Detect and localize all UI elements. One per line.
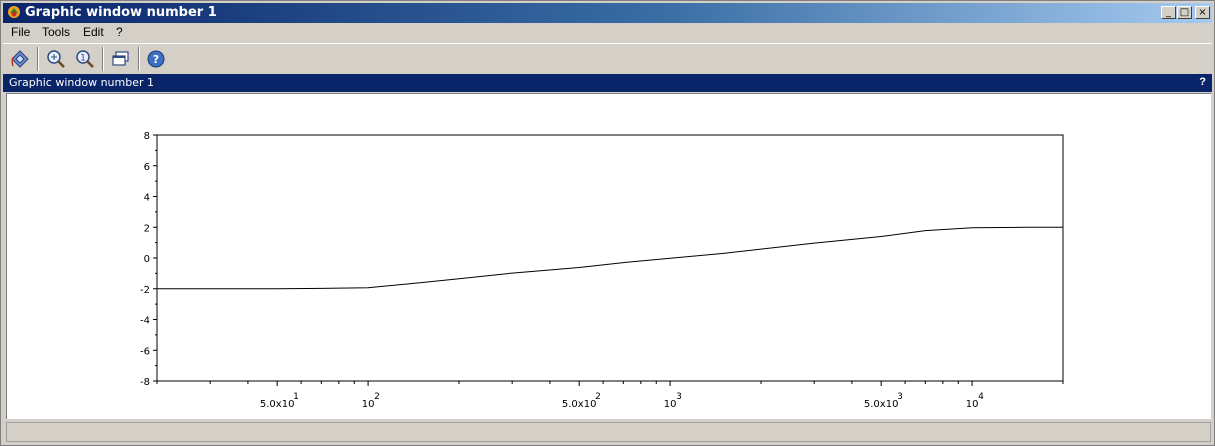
window-title: Graphic window number 1 (25, 5, 217, 20)
menu-edit[interactable]: Edit (83, 25, 104, 39)
scilab-logo-icon (8, 6, 20, 18)
x-tick-label: 5.0x10 (562, 399, 597, 410)
svg-text:1: 1 (80, 54, 86, 64)
toolbar-separator (37, 47, 39, 71)
minimize-button[interactable]: _ (1161, 6, 1176, 19)
x-tick-label: 10 (362, 399, 375, 410)
rotate-2d-3d-icon[interactable] (8, 47, 32, 71)
x-tick-exponent: 2 (595, 392, 601, 402)
graphic-window: Graphic window number 1 _ □ × File Tools… (0, 0, 1215, 446)
x-tick-label: 10 (966, 399, 979, 410)
unzoom-icon[interactable]: 1 (73, 47, 97, 71)
close-button[interactable]: × (1195, 6, 1210, 19)
menu-tools[interactable]: Tools (42, 25, 70, 39)
plot-area[interactable]: -8-6-4-2024685.0x1011025.0x1021035.0x103… (7, 94, 1210, 418)
x-tick-exponent: 3 (897, 392, 903, 402)
x-tick-exponent: 1 (293, 392, 299, 402)
x-tick-exponent: 2 (374, 392, 380, 402)
menu-help[interactable]: ? (116, 25, 123, 39)
y-tick-label: -8 (140, 377, 150, 388)
x-tick-label: 5.0x10 (864, 399, 899, 410)
maximize-button[interactable]: □ (1177, 6, 1192, 19)
graphic-canvas[interactable]: -8 -6 -4 -2 0 2 4 6 8 5.0x10 1 10 2 5.0x10 2 10 3 5.0x10 3… (6, 93, 1211, 419)
y-tick-label: 6 (144, 162, 150, 173)
dock-title-bar[interactable]: Graphic window number 1 ? (3, 74, 1212, 92)
x-tick-exponent: 3 (676, 392, 682, 402)
help-icon[interactable]: ? (144, 47, 168, 71)
y-tick-label: 0 (144, 254, 150, 265)
menu-file[interactable]: File (11, 25, 30, 39)
y-tick-label: 4 (144, 193, 150, 204)
y-tick-label: -2 (140, 285, 150, 296)
y-tick-label: -4 (140, 316, 150, 327)
y-tick-label: -6 (140, 346, 150, 357)
zoom-icon[interactable] (44, 47, 68, 71)
menu-bar: File Tools Edit ? (3, 23, 1212, 42)
toolbar: 1 ? (3, 43, 1212, 74)
x-tick-exponent: 4 (978, 392, 984, 402)
series-line (157, 226, 1063, 290)
status-bar (6, 422, 1211, 442)
x-tick-label: 10 (664, 399, 677, 410)
dock-title: Graphic window number 1 (9, 76, 154, 89)
y-tick-label: 8 (144, 131, 150, 142)
new-window-icon[interactable] (109, 47, 133, 71)
svg-text:?: ? (153, 53, 159, 66)
y-tick-label: 2 (144, 223, 150, 234)
dock-help-button[interactable]: ? (1199, 76, 1206, 88)
toolbar-separator (102, 47, 104, 71)
toolbar-separator (138, 47, 140, 71)
plot-frame (156, 134, 1064, 382)
title-bar[interactable]: Graphic window number 1 _ □ × (3, 3, 1212, 23)
x-tick-label: 5.0x10 (260, 399, 295, 410)
